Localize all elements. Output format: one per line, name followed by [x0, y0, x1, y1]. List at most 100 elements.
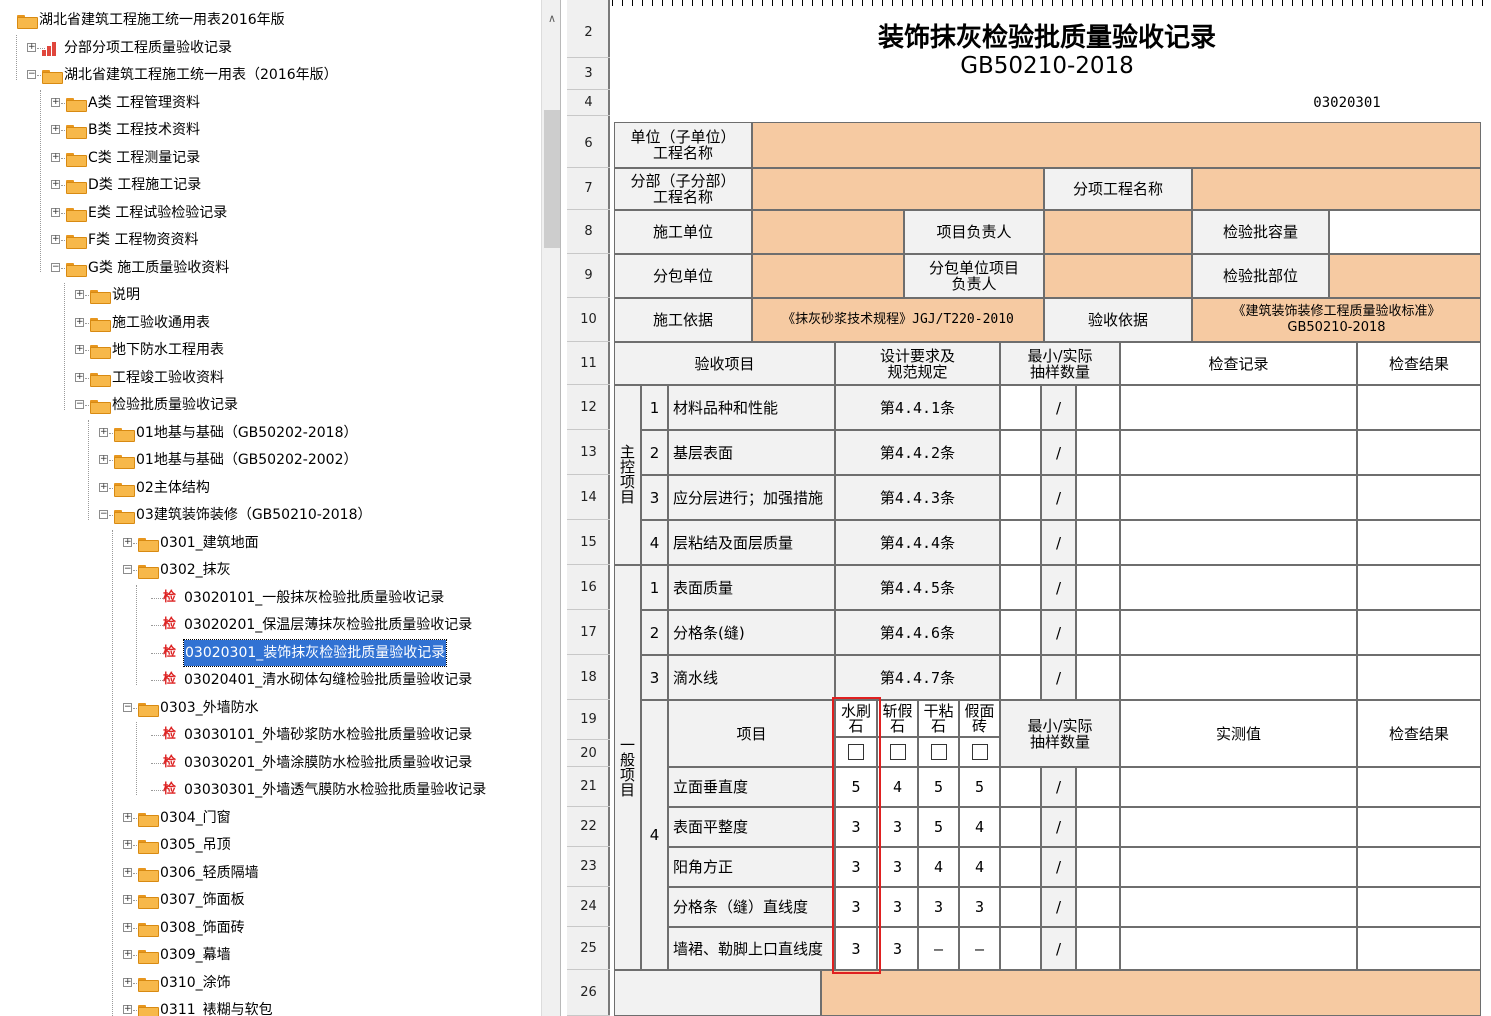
tree-node-s2[interactable]: +01地基与基础（GB50202-2002） [0, 447, 540, 473]
check-record[interactable] [1120, 385, 1357, 430]
row-header-9[interactable]: 9 [567, 254, 610, 298]
check-record[interactable] [1120, 565, 1357, 610]
sample-min[interactable] [1000, 385, 1041, 430]
row-header-8[interactable]: 8 [567, 210, 610, 254]
tree-node-s4[interactable]: − 03建筑装饰装修（GB50210-2018） [0, 502, 540, 528]
tree-node-i1[interactable]: 检 03020101_一般抹灰检验批质量验收记录 [0, 585, 540, 611]
sample-actual[interactable] [1076, 565, 1120, 610]
tree-node-s3[interactable]: +02主体结构 [0, 475, 540, 501]
form-input[interactable] [752, 210, 904, 254]
tree-node-k3[interactable]: +0306_轻质隔墙 [0, 860, 540, 886]
checkbox[interactable] [971, 744, 988, 760]
sample-actual[interactable] [1076, 887, 1120, 927]
check-result[interactable] [1357, 655, 1481, 700]
row-header-6[interactable]: 6 [567, 120, 610, 168]
tree-node-k2[interactable]: +0305_吊顶 [0, 832, 540, 858]
check-result[interactable] [1357, 927, 1481, 970]
row-header-4[interactable]: 4 [567, 90, 610, 116]
expand-icon[interactable]: + [27, 42, 36, 52]
row-header-19[interactable]: 19 [567, 700, 610, 740]
tree-node-b[interactable]: + B类 工程技术资料 [0, 117, 540, 143]
checkbox[interactable] [848, 744, 864, 760]
sample-actual[interactable] [1076, 847, 1120, 887]
row-header-21[interactable]: 21 [567, 767, 610, 807]
check-record[interactable] [1120, 520, 1357, 565]
scroll-up-icon[interactable]: ∧ [542, 12, 560, 25]
sample-min[interactable] [1000, 430, 1041, 475]
check-result[interactable] [1357, 847, 1481, 887]
sample-actual[interactable] [1076, 520, 1120, 565]
expand-icon[interactable]: + [123, 812, 132, 822]
form-code-input[interactable] [1385, 92, 1440, 114]
collapse-icon[interactable]: − [123, 702, 132, 712]
tree-scrollbar[interactable]: ∧ [541, 0, 560, 1016]
tree-node-k1[interactable]: +0304_门窗 [0, 805, 540, 831]
check-result[interactable] [1357, 430, 1481, 475]
tree-node-c[interactable]: + C类 工程测量记录 [0, 145, 540, 171]
row-header-20[interactable]: 20 [567, 740, 610, 767]
expand-icon[interactable]: + [75, 317, 84, 327]
row-header-10[interactable]: 10 [567, 298, 610, 342]
sample-actual[interactable] [1076, 610, 1120, 655]
input-item-name[interactable] [1192, 168, 1481, 210]
tree-node-g4[interactable]: + 工程竣工验收资料 [0, 365, 540, 391]
expand-icon[interactable]: + [123, 867, 132, 877]
row-header-2[interactable]: 2 [567, 8, 610, 58]
tree-node-s4c[interactable]: − 0303_外墙防水 [0, 695, 540, 721]
expand-icon[interactable]: + [51, 207, 60, 217]
expand-icon[interactable]: + [51, 152, 60, 162]
check-record[interactable] [1120, 610, 1357, 655]
collapse-icon[interactable]: − [75, 400, 84, 409]
measured-value[interactable] [1120, 887, 1357, 927]
accept-value[interactable]: 《建筑装饰装修工程质量验收标准》 GB50210-2018 [1192, 298, 1481, 342]
row-header-12[interactable]: 12 [567, 385, 610, 430]
tree-node-j3[interactable]: 检 03030301_外墙透气膜防水检验批质量验收记录 [0, 777, 540, 803]
sample-actual[interactable] [1076, 767, 1120, 807]
form-input[interactable] [1329, 210, 1481, 254]
row-header-23[interactable]: 23 [567, 847, 610, 887]
input-unit[interactable] [752, 122, 1481, 168]
check-result[interactable] [1357, 565, 1481, 610]
check-record[interactable] [1120, 430, 1357, 475]
tree-node-k5[interactable]: +0308_饰面砖 [0, 915, 540, 941]
checkbox[interactable] [930, 744, 947, 760]
checkbox[interactable] [889, 744, 906, 760]
check-result[interactable] [1357, 520, 1481, 565]
form-input[interactable] [1329, 254, 1481, 298]
row-header-22[interactable]: 22 [567, 807, 610, 847]
expand-icon[interactable]: + [123, 895, 132, 904]
expand-icon[interactable]: + [123, 977, 132, 987]
tree-node-n2[interactable]: − 湖北省建筑工程施工统一用表（2016年版） [0, 62, 540, 88]
sample-min[interactable] [1000, 610, 1041, 655]
tree-node-f[interactable]: + F类 工程物资资料 [0, 227, 540, 253]
row-header-13[interactable]: 13 [567, 430, 610, 475]
row-header-25[interactable]: 25 [567, 927, 610, 970]
check-result[interactable] [1357, 887, 1481, 927]
row-header-26[interactable]: 26 [567, 970, 610, 1016]
tree-node-j1[interactable]: 检 03030101_外墙砂浆防水检验批质量验收记录 [0, 722, 540, 748]
type-checkbox[interactable] [835, 737, 877, 767]
expand-icon[interactable]: + [123, 922, 132, 932]
form-input[interactable] [752, 254, 904, 298]
expand-icon[interactable]: + [51, 125, 60, 134]
sample-actual[interactable] [1076, 430, 1120, 475]
sample-actual[interactable] [1076, 927, 1120, 970]
tree-node-g3[interactable]: + 地下防水工程用表 [0, 337, 540, 363]
sample-min[interactable] [1000, 565, 1041, 610]
check-record[interactable] [1120, 655, 1357, 700]
expand-icon[interactable]: + [75, 372, 84, 382]
tree-node-k4[interactable]: +0307_饰面板 [0, 887, 540, 913]
expand-icon[interactable]: + [99, 455, 108, 464]
expand-icon[interactable]: + [75, 290, 84, 299]
tree-node-s1[interactable]: +01地基与基础（GB50202-2018） [0, 420, 540, 446]
expand-icon[interactable]: + [51, 97, 60, 107]
tree-node-d[interactable]: + D类 工程施工记录 [0, 172, 540, 198]
tree-node-e[interactable]: + E类 工程试验检验记录 [0, 200, 540, 226]
expand-icon[interactable]: + [51, 180, 60, 189]
row-header-15[interactable]: 15 [567, 520, 610, 565]
sample-min[interactable] [1000, 475, 1041, 520]
tree-node-g5[interactable]: − 检验批质量验收记录 [0, 392, 540, 418]
tree-node-k8[interactable]: +0311_裱糊与软包 [0, 997, 540, 1016]
measured-value[interactable] [1120, 767, 1357, 807]
sample-min[interactable] [1000, 847, 1041, 887]
